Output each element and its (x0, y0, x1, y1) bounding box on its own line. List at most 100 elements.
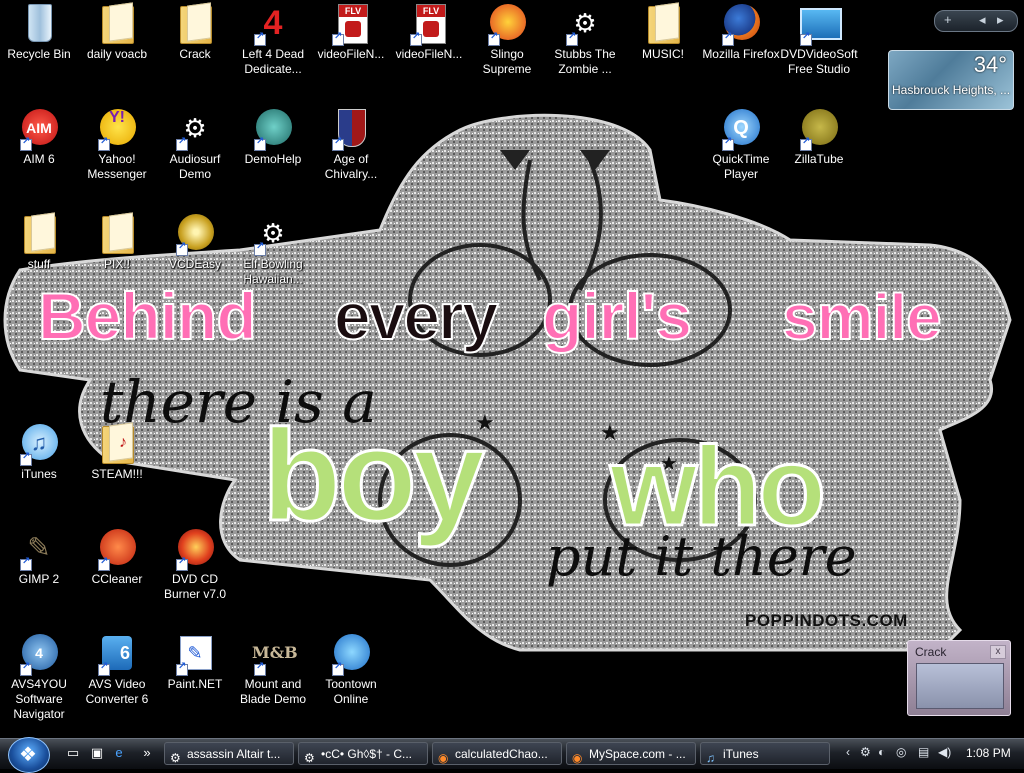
taskbar-button-5[interactable]: ♫ iTunes (700, 742, 830, 765)
desktop-icon-crack[interactable]: Crack (156, 2, 234, 62)
taskbar-button-1[interactable]: ⚙ assassin Altair t... (164, 742, 294, 765)
shortcut-arrow-icon (254, 136, 266, 151)
desktop-icon-quicktime[interactable]: QQuickTime Player (702, 107, 780, 182)
aim-tray-icon[interactable]: ◎ (896, 745, 906, 759)
wallpaper-text-put-it-there: put it there (546, 525, 857, 588)
close-icon[interactable]: x (990, 645, 1006, 659)
audiosurf-icon: ⚙ (174, 107, 216, 151)
desktop-icon-stuff[interactable]: stuff (0, 212, 78, 272)
taskbar: ▭ ▣ e » ⚙ assassin Altair t... ⚙ •cC• Gh◊$… (0, 737, 1024, 773)
desktop-icon-aim6[interactable]: AIMAIM 6 (0, 107, 78, 167)
window-thumbnail[interactable] (916, 663, 1004, 709)
music-icon (642, 2, 684, 44)
taskbar-button-label: assassin Altair t... (187, 747, 281, 761)
desktop-icon-avs4you[interactable]: 4AVS4YOU Software Navigator (0, 632, 78, 722)
shortcut-arrow-icon (98, 556, 110, 571)
sidebar-gadget-controls[interactable]: + ◂ ▸ (934, 10, 1018, 32)
desktop-icon-audiosurf[interactable]: ⚙Audiosurf Demo (156, 107, 234, 182)
desktop-icon-firefox[interactable]: Mozilla Firefox (702, 2, 780, 62)
prev-gadget-icon[interactable]: ◂ (979, 12, 986, 28)
steam-icon: ♪ (96, 422, 138, 464)
weather-gadget[interactable]: 34° Hasbrouck Heights, ... (888, 50, 1014, 110)
desktop-icon-dvdvideosoft[interactable]: DVDVideoSoft Free Studio (780, 2, 858, 77)
daily-voacb-icon (96, 2, 138, 44)
quick-launch-chevron-icon[interactable]: » (138, 745, 156, 761)
shortcut-arrow-icon (410, 31, 422, 46)
desktop-icon-zillatube[interactable]: ZillaTube (780, 107, 858, 167)
desktop-icon-vcdeasy[interactable]: VCDEasy (156, 212, 234, 272)
tray-expand-icon[interactable]: ‹ (846, 745, 850, 759)
desktop-icon-label: ZillaTube (794, 152, 844, 166)
desktop-icon-slingo[interactable]: Slingo Supreme (468, 2, 546, 77)
firefox-icon: ◉ (438, 751, 449, 765)
desktop-icon-label: videoFileN... (395, 47, 463, 61)
desktop-icon-pix[interactable]: PIX!! (78, 212, 156, 272)
desktop-icon-avs-converter[interactable]: 6AVS Video Converter 6 (78, 632, 156, 707)
shortcut-arrow-icon (176, 556, 188, 571)
desktop-icon-music[interactable]: MUSIC! (624, 2, 702, 62)
desktop-icon-itunes[interactable]: ♫iTunes (0, 422, 78, 482)
taskbar-button-label: MySpace.com - ... (589, 747, 686, 761)
volume-icon[interactable]: ◀) (938, 745, 951, 759)
avs-converter-icon: 6 (96, 632, 138, 676)
weather-location: Hasbrouck Heights, ... (892, 83, 1011, 97)
shortcut-arrow-icon (488, 31, 500, 46)
desktop-icon-demohelp[interactable]: DemoHelp (234, 107, 312, 167)
stubbs-icon: ⚙ (564, 2, 606, 46)
desktop-icon-dvd-burner[interactable]: DVD CD Burner v7.0 (156, 527, 234, 602)
clock[interactable]: 1:08 PM (966, 746, 1011, 760)
pix-icon (96, 212, 138, 254)
shortcut-arrow-icon (722, 136, 734, 151)
desktop-icon-mount-blade[interactable]: M&BMount and Blade Demo (234, 632, 312, 707)
wallpaper-text-every: every (333, 278, 500, 354)
network-icon[interactable]: ▤ (918, 745, 929, 759)
desktop-icon-toontown[interactable]: Toontown Online (312, 632, 390, 707)
desktop-icon-steam[interactable]: ♪ STEAM!!! (78, 422, 156, 482)
add-gadget-icon[interactable]: + (944, 12, 952, 27)
desktop-icon-label: CCleaner (91, 572, 143, 586)
desktop-icon-recycle-bin[interactable]: Recycle Bin (0, 2, 78, 62)
desktop-icon-ccleaner[interactable]: CCleaner (78, 527, 156, 587)
gimp-icon: ✎ (18, 527, 60, 571)
desktop-icon-yahoo[interactable]: Y!Yahoo! Messenger (78, 107, 156, 182)
switch-windows-icon[interactable]: ▣ (88, 745, 106, 761)
shortcut-arrow-icon (566, 31, 578, 46)
internet-explorer-icon[interactable]: e (110, 745, 128, 761)
desktop-icon-videofile2[interactable]: videoFileN... (390, 2, 468, 62)
shortcut-arrow-icon (20, 136, 32, 151)
next-gadget-icon[interactable]: ▸ (997, 12, 1004, 28)
desktop-icon-label: VCDEasy (168, 257, 221, 271)
desktop-icon-gimp[interactable]: ✎GIMP 2 (0, 527, 78, 587)
desktop-icon-label: Slingo Supreme (482, 47, 532, 76)
desktop-icon-left4dead[interactable]: 4Left 4 Dead Dedicate... (234, 2, 312, 77)
ccleaner-tray-icon[interactable]: ◐ (878, 745, 885, 759)
recycle-bin-icon (18, 2, 60, 44)
shortcut-arrow-icon (20, 451, 32, 466)
desktop-icon-daily-voacb[interactable]: daily voacb (78, 2, 156, 62)
desktop-icon-label: videoFileN... (317, 47, 385, 61)
taskbar-button-2[interactable]: ⚙ •cC• Gh◊$† - C... (298, 742, 428, 765)
steam-tray-icon[interactable]: ⚙ (860, 745, 871, 759)
mount-blade-icon: M&B (252, 632, 298, 676)
shortcut-arrow-icon (332, 31, 344, 46)
desktop-icon-age-chivalry[interactable]: Age of Chivalry... (312, 107, 390, 182)
desktop-icon-stubbs[interactable]: ⚙Stubbs The Zombie ... (546, 2, 624, 77)
desktop-icon-label: Mount and Blade Demo (239, 677, 307, 706)
desktop-icon-videofile1[interactable]: videoFileN... (312, 2, 390, 62)
paintnet-icon: ✎ (174, 632, 216, 676)
taskbar-button-3[interactable]: ◉ calculatedChao... (432, 742, 562, 765)
shortcut-arrow-icon (98, 136, 110, 151)
toontown-icon (330, 632, 372, 676)
shortcut-arrow-icon (254, 661, 266, 676)
crack-window-preview[interactable]: Crack x (907, 640, 1011, 716)
desktop-icon-elf-bowling[interactable]: ⚙Elf Bowling Hawaiian... (234, 212, 312, 287)
desktop-icon-paintnet[interactable]: ✎Paint.NET (156, 632, 234, 692)
taskbar-button-4[interactable]: ◉ MySpace.com - ... (566, 742, 696, 765)
show-desktop-icon[interactable]: ▭ (64, 745, 82, 761)
desktop-icon-label: iTunes (21, 467, 57, 481)
desktop-icon-label: QuickTime Player (712, 152, 770, 181)
notification-area: ‹ ⚙ ◐ ◎ ▤ ◀) (846, 742, 970, 765)
shortcut-arrow-icon (20, 661, 32, 676)
wallpaper-text-girls: girl's (541, 278, 693, 354)
shortcut-arrow-icon (254, 241, 266, 256)
